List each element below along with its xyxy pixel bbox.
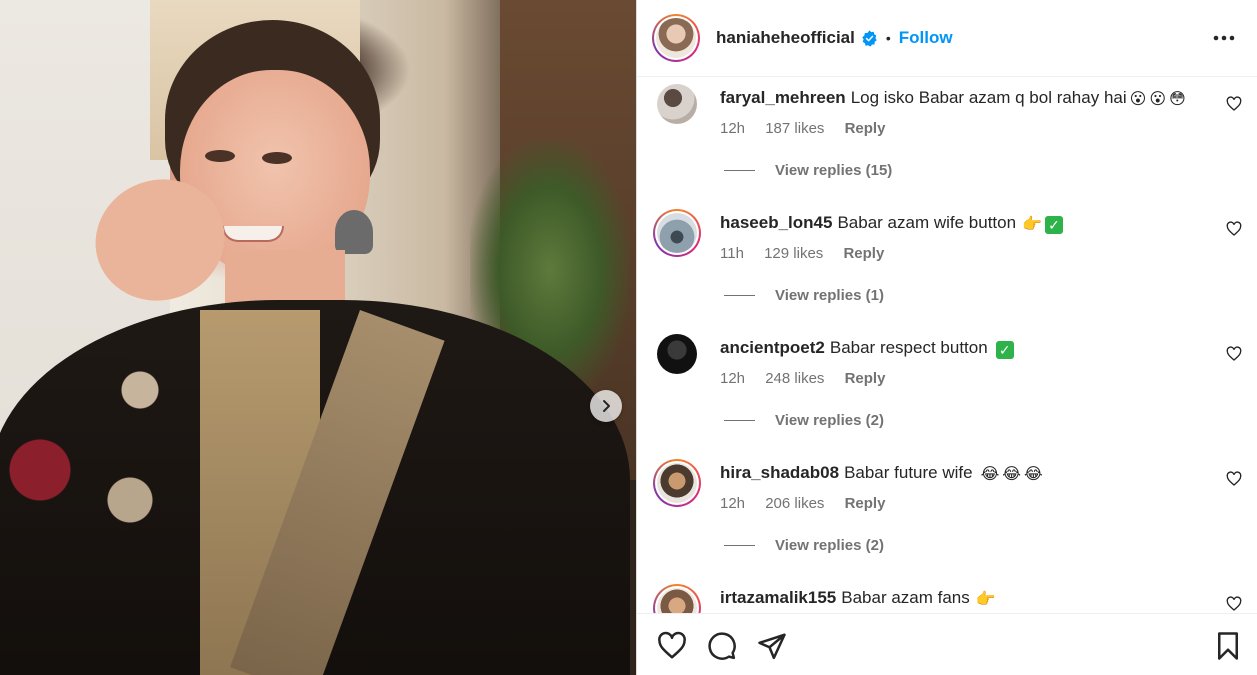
replies-divider — [724, 420, 755, 421]
comment-time: 12h — [720, 120, 746, 137]
comment-time: 11h — [720, 245, 744, 262]
emoji: 👉 — [975, 591, 996, 608]
post-header: haniaheheofficial • Follow — [637, 0, 1257, 77]
comment-username[interactable]: hira_shadab08 — [720, 463, 839, 482]
comments-list[interactable]: faryal_mehreen Log isko Babar azam q bol … — [637, 78, 1257, 613]
view-replies-label: View replies (2) — [775, 537, 884, 554]
chevron-right-icon — [603, 400, 610, 412]
comment-like-heart-icon[interactable] — [1226, 596, 1242, 612]
comment-text: Babar azam fans — [841, 588, 970, 607]
replies-divider — [724, 295, 755, 296]
heart-icon[interactable] — [657, 631, 687, 661]
author-avatar[interactable] — [652, 14, 700, 62]
comment-time: 12h — [720, 495, 746, 512]
comment-time: 12h — [720, 370, 746, 387]
comment-text: Log isko Babar azam q bol rahay hai — [850, 88, 1127, 107]
comment-text-line: hira_shadab08 Babar future wife 😂 😂 😂 — [720, 463, 1043, 483]
comment-meta: 12h 206 likes Reply — [720, 495, 901, 512]
comment-text: Babar azam wife button — [837, 213, 1017, 232]
commenter-avatar[interactable] — [653, 209, 701, 257]
view-replies-label: View replies (1) — [775, 287, 884, 304]
comment-item: faryal_mehreen Log isko Babar azam q bol … — [637, 78, 1257, 203]
reply-button[interactable]: Reply — [845, 120, 886, 137]
photo-eye-left — [205, 150, 235, 162]
post-image[interactable] — [0, 0, 636, 675]
commenter-avatar[interactable] — [653, 584, 701, 613]
photo-smile — [222, 226, 284, 242]
follow-button[interactable]: Follow — [899, 28, 953, 48]
author-username[interactable]: haniaheheofficial — [716, 28, 855, 48]
emoji: 😂 — [1023, 466, 1043, 483]
more-options-icon[interactable] — [1210, 24, 1238, 52]
comment-meta: 12h 248 likes Reply — [720, 370, 901, 387]
comment-item: hira_shadab08 Babar future wife 😂 😂 😂 12h 20… — [637, 453, 1257, 578]
comment-meta: 12h 187 likes Reply — [720, 120, 901, 137]
post-side-panel: haniaheheofficial • Follow faryal_mehree… — [636, 0, 1257, 675]
emoji: 😂 — [980, 466, 1000, 483]
reply-button[interactable]: Reply — [843, 245, 884, 262]
commenter-avatar[interactable] — [653, 459, 701, 507]
comment-icon[interactable] — [707, 631, 737, 661]
view-replies-label: View replies (15) — [775, 162, 893, 179]
reply-button[interactable]: Reply — [845, 495, 886, 512]
replies-divider — [724, 170, 755, 171]
next-image-button[interactable] — [590, 390, 622, 422]
comment-item: ancientpoet2 Babar respect button ✓ 12h 24… — [637, 328, 1257, 453]
header-separator: • — [885, 30, 891, 46]
comment-username[interactable]: irtazamalik155 — [720, 588, 836, 607]
verified-badge-icon — [862, 29, 877, 47]
check-mark-icon: ✓ — [995, 341, 1014, 359]
comment-item: haseeb_lon45 Babar azam wife button 👉 ✓ 11h… — [637, 203, 1257, 328]
post-actions-bar — [637, 613, 1257, 675]
comment-like-heart-icon[interactable] — [1226, 471, 1242, 487]
view-replies-button[interactable]: View replies (15) — [724, 162, 892, 179]
comment-text-line: faryal_mehreen Log isko Babar azam q bol … — [720, 88, 1186, 108]
comment-likes[interactable]: 129 likes — [764, 245, 823, 262]
emoji: 😮 — [1129, 91, 1147, 108]
comment-item: irtazamalik155 Babar azam fans 👉 — [637, 578, 1257, 613]
commenter-avatar[interactable] — [657, 334, 697, 374]
comment-text: Babar respect button — [829, 338, 988, 357]
comment-text-line: irtazamalik155 Babar azam fans 👉 — [720, 588, 996, 608]
emoji: 👉 — [1022, 216, 1042, 233]
emoji: 😮 — [1149, 91, 1167, 108]
comment-text-line: haseeb_lon45 Babar azam wife button 👉 ✓ — [720, 213, 1063, 234]
view-replies-button[interactable]: View replies (2) — [724, 412, 884, 429]
comment-text: Babar future wife — [844, 463, 973, 482]
replies-divider — [724, 545, 755, 546]
view-replies-label: View replies (2) — [775, 412, 884, 429]
comment-username[interactable]: ancientpoet2 — [720, 338, 825, 357]
comment-likes[interactable]: 206 likes — [765, 495, 824, 512]
view-replies-button[interactable]: View replies (1) — [724, 287, 884, 304]
photo-eye-right — [262, 152, 292, 164]
comment-likes[interactable]: 248 likes — [765, 370, 824, 387]
comment-text-line: ancientpoet2 Babar respect button ✓ — [720, 338, 1014, 359]
comment-meta: 11h 129 likes Reply — [720, 245, 900, 262]
bookmark-icon[interactable] — [1213, 631, 1243, 661]
commenter-avatar[interactable] — [657, 84, 697, 124]
check-mark-icon: ✓ — [1044, 216, 1063, 234]
emoji: 😂 — [1002, 466, 1021, 483]
comment-like-heart-icon[interactable] — [1226, 346, 1242, 362]
comment-like-heart-icon[interactable] — [1226, 221, 1242, 237]
comment-like-heart-icon[interactable] — [1226, 96, 1242, 112]
emoji: 😳 — [1169, 91, 1186, 108]
share-icon[interactable] — [757, 631, 787, 661]
photo-earring — [335, 210, 373, 254]
view-replies-button[interactable]: View replies (2) — [724, 537, 884, 554]
comment-likes[interactable]: 187 likes — [765, 120, 824, 137]
comment-username[interactable]: haseeb_lon45 — [720, 213, 832, 232]
comment-username[interactable]: faryal_mehreen — [720, 88, 846, 107]
reply-button[interactable]: Reply — [845, 370, 886, 387]
